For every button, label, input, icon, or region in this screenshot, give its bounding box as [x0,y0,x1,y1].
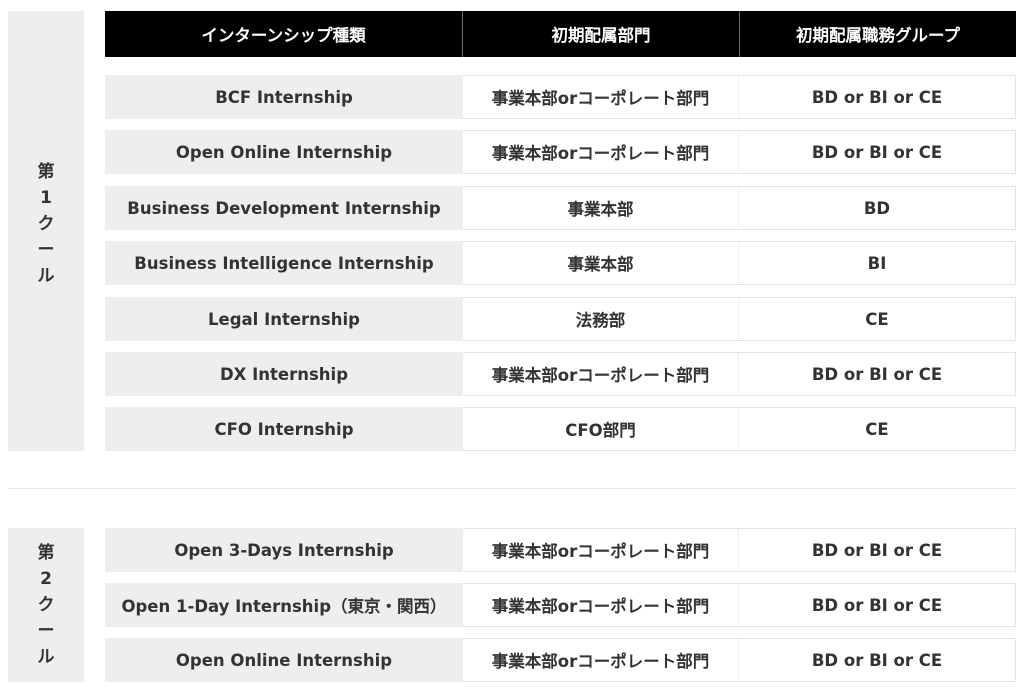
internship-type-cell: Open 3-Days Internship [105,528,463,572]
table-row: BCF Internship 事業本部orコーポレート部門 BD or BI o… [105,75,1016,119]
cool-1-char: 第 [37,162,55,182]
cool-1-char: ク [37,214,55,234]
header-initial-department: 初期配属部門 [462,11,739,57]
job-group-cell: BD [739,186,1016,230]
table-row: CFO Internship CFO部門 CE [105,407,1016,451]
cool-2-char: ー [37,621,55,641]
cool-2-char: 第 [37,543,55,563]
job-group-cell: BD or BI or CE [739,583,1016,627]
department-cell: CFO部門 [463,407,739,451]
table-header: インターンシップ種類 初期配属部門 初期配属職務グループ [105,11,1016,57]
internship-type-cell: Business Development Internship [105,186,463,230]
cool-2-char: ク [37,595,55,615]
job-group-cell: BD or BI or CE [739,638,1016,682]
job-group-cell: BD or BI or CE [739,130,1016,174]
cool-1-char: ル [37,266,55,286]
job-group-cell: CE [739,407,1016,451]
header-internship-type: インターンシップ種類 [201,26,366,45]
table-row: DX Internship 事業本部orコーポレート部門 BD or BI or… [105,352,1016,396]
table-row: Business Intelligence Internship 事業本部 BI [105,241,1016,285]
department-cell: 事業本部orコーポレート部門 [463,583,739,627]
internship-type-cell: Open Online Internship [105,130,463,174]
internship-type-cell: Business Intelligence Internship [105,241,463,285]
table-row: Open 3-Days Internship 事業本部orコーポレート部門 BD… [105,528,1016,572]
cool-1-label: 第 1 ク ー ル [8,11,84,451]
job-group-cell: CE [739,297,1016,341]
table-row: Legal Internship 法務部 CE [105,297,1016,341]
department-cell: 事業本部 [463,241,739,285]
internship-type-cell: Open 1-Day Internship（東京・関西） [105,583,463,627]
department-cell: 事業本部orコーポレート部門 [463,352,739,396]
cool-1-char: 1 [40,188,52,208]
department-cell: 事業本部 [463,186,739,230]
department-cell: 法務部 [463,297,739,341]
job-group-cell: BD or BI or CE [739,352,1016,396]
internship-type-cell: BCF Internship [105,75,463,119]
cool-2-char: 2 [40,569,52,589]
header-initial-job-group: 初期配属職務グループ [739,11,1016,57]
job-group-cell: BD or BI or CE [739,75,1016,119]
department-cell: 事業本部orコーポレート部門 [463,638,739,682]
table-row: Open Online Internship 事業本部orコーポレート部門 BD… [105,638,1016,682]
cool-2-char: ル [37,647,55,667]
table-row: Open 1-Day Internship（東京・関西） 事業本部orコーポレー… [105,583,1016,627]
job-group-cell: BD or BI or CE [739,528,1016,572]
table-row: Business Development Internship 事業本部 BD [105,186,1016,230]
job-group-cell: BI [739,241,1016,285]
section-divider [8,488,1016,489]
cool-2-label: 第 2 ク ー ル [8,528,84,682]
internship-type-cell: Open Online Internship [105,638,463,682]
internship-type-cell: DX Internship [105,352,463,396]
internship-type-cell: CFO Internship [105,407,463,451]
department-cell: 事業本部orコーポレート部門 [463,130,739,174]
internship-type-cell: Legal Internship [105,297,463,341]
department-cell: 事業本部orコーポレート部門 [463,75,739,119]
table-row: Open Online Internship 事業本部orコーポレート部門 BD… [105,130,1016,174]
cool-1-char: ー [37,240,55,260]
department-cell: 事業本部orコーポレート部門 [463,528,739,572]
